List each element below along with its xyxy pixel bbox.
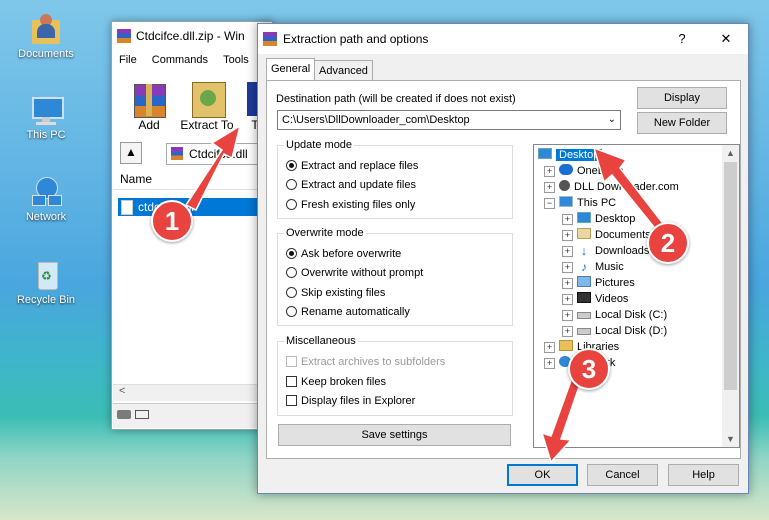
step-marker-2: 2 xyxy=(647,222,689,264)
arrow-step-1 xyxy=(184,124,242,212)
step-marker-1: 1 xyxy=(151,200,193,242)
annotation-overlay xyxy=(184,124,669,464)
arrow-step-3 xyxy=(540,377,582,464)
step-marker-3: 3 xyxy=(568,348,610,390)
